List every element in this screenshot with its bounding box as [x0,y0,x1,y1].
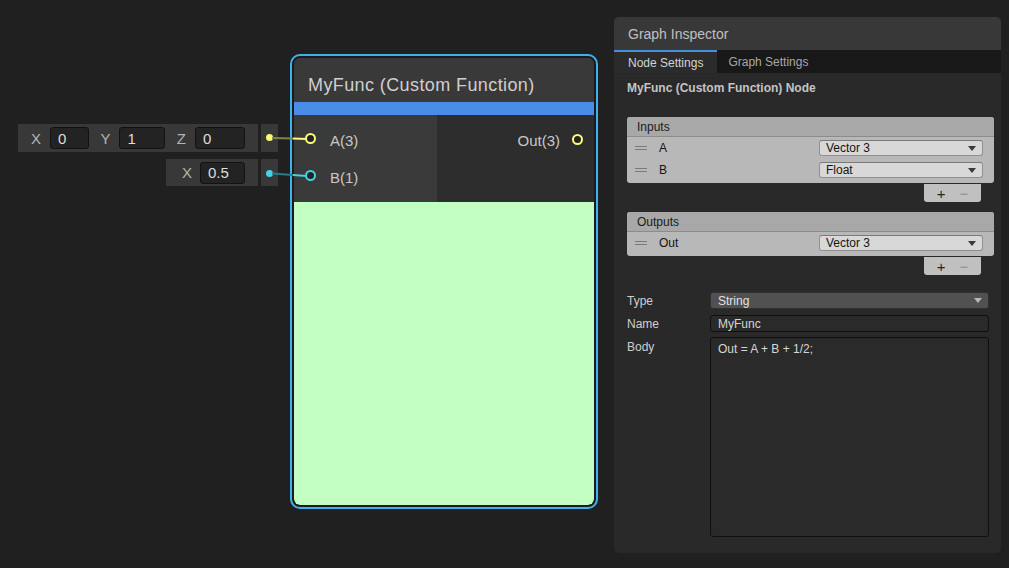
float-x-field[interactable]: 0.5 [200,162,245,184]
port-out-label: Out(3) [517,132,560,149]
drag-handle-icon[interactable] [635,241,647,245]
float-x-label: X [182,164,192,181]
input-a-type-dropdown[interactable]: Vector 3 [819,140,983,156]
input-a-name: A [659,141,667,155]
vector3-y-field[interactable]: 1 [119,127,165,149]
custom-function-node[interactable]: MyFunc (Custom Function) A(3) B(1) Out(3… [290,54,598,509]
node-input-column [294,115,437,202]
node-title: MyFunc (Custom Function) [294,58,594,102]
name-input[interactable]: MyFunc [710,315,989,332]
drag-handle-icon[interactable] [635,146,647,150]
type-label: Type [627,294,653,308]
node-ports: A(3) B(1) Out(3) [294,115,594,202]
port-a-label: A(3) [330,132,358,149]
output-row-out[interactable]: Out Vector 3 [627,232,994,254]
node-preview [294,202,594,505]
outputs-list-footer: + − [924,257,981,275]
vector3-value-node: X 0 Y 1 Z 0 [18,124,258,152]
dropdown-arrow-icon [968,146,976,151]
vector3-z-label: Z [177,130,186,147]
node-settings-heading: MyFunc (Custom Function) Node [627,81,816,95]
float-output-dot[interactable] [266,170,273,177]
tab-node-settings[interactable]: Node Settings [614,50,717,73]
inputs-list: Inputs A Vector 3 B Float [627,117,994,183]
node-output-column [437,115,594,202]
dropdown-arrow-icon [968,241,976,246]
port-out-connector[interactable] [572,134,583,145]
add-input-button[interactable]: + [937,186,946,201]
input-row-b[interactable]: B Float [627,159,994,181]
node-selected-strip [294,102,594,115]
input-b-name: B [659,163,667,177]
graph-inspector-panel: Graph Inspector Node Settings Graph Sett… [614,17,1001,553]
input-b-type-dropdown[interactable]: Float [819,162,983,178]
float-value-node: X 0.5 [166,159,258,186]
type-dropdown[interactable]: String [710,292,989,309]
output-out-name: Out [659,236,678,250]
remove-output-button[interactable]: − [960,259,969,274]
vector3-z-field[interactable]: 0 [195,127,245,149]
dropdown-arrow-icon [974,298,982,303]
dropdown-arrow-icon [968,168,976,173]
add-output-button[interactable]: + [937,259,946,274]
vector3-y-label: Y [100,130,110,147]
outputs-list-header: Outputs [627,212,994,232]
vector3-x-label: X [31,130,41,147]
port-b-connector[interactable] [305,170,316,181]
outputs-list: Outputs Out Vector 3 [627,212,994,256]
vector3-output-dot[interactable] [266,134,273,141]
body-textarea[interactable]: Out = A + B + 1/2; [710,337,989,537]
input-row-a[interactable]: A Vector 3 [627,137,994,159]
shader-graph-window: X 0 Y 1 Z 0 X 0.5 MyFunc (Custom Functio… [0,0,1009,568]
inputs-list-footer: + − [924,184,981,202]
vector3-x-field[interactable]: 0 [50,127,89,149]
drag-handle-icon[interactable] [635,168,647,172]
inspector-tabbar: Node Settings Graph Settings [614,50,1001,73]
output-out-type-dropdown[interactable]: Vector 3 [819,235,983,251]
tab-graph-settings[interactable]: Graph Settings [717,50,819,73]
remove-input-button[interactable]: − [960,186,969,201]
custom-function-node-body: MyFunc (Custom Function) A(3) B(1) Out(3… [294,58,594,505]
port-b-label: B(1) [330,169,358,186]
port-a-connector[interactable] [305,133,316,144]
graph-inspector-title[interactable]: Graph Inspector [614,17,1001,50]
body-label: Body [627,340,654,354]
inputs-list-header: Inputs [627,117,994,137]
name-label: Name [627,317,659,331]
